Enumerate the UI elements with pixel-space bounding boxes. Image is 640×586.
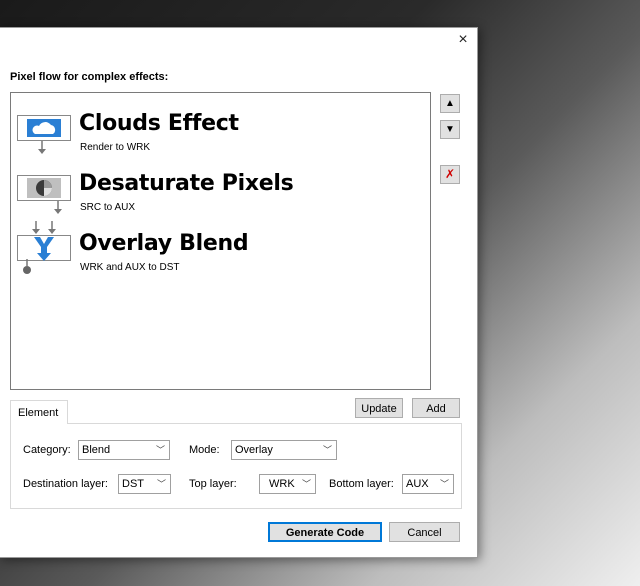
delete-button[interactable]: ✗ (440, 165, 460, 184)
top-layer-label: Top layer: (189, 478, 237, 490)
flow-item-subtitle: SRC to AUX (80, 202, 136, 213)
bottom-layer-label: Bottom layer: (329, 478, 394, 490)
flow-list[interactable]: Clouds Effect Render to WRK Desaturate P… (10, 92, 431, 390)
move-down-button[interactable]: ▼ (440, 120, 460, 139)
mode-label: Mode: (189, 444, 220, 456)
output-icon (23, 259, 31, 274)
category-value: Blend (82, 444, 111, 456)
blend-icon (17, 235, 71, 261)
mode-value: Overlay (235, 444, 273, 456)
category-label: Category: (23, 444, 71, 456)
desaturate-icon (17, 175, 71, 201)
flow-item-clouds[interactable]: Clouds Effect Render to WRK (17, 101, 417, 154)
flow-item-subtitle: Render to WRK (80, 142, 151, 153)
arrows-in-icon (32, 221, 56, 234)
chevron-down-icon: ﹀ (439, 479, 449, 489)
flow-item-title: Desaturate Pixels (79, 171, 294, 196)
flow-item-overlay[interactable]: Overlay Blend WRK and AUX to DST (17, 221, 417, 274)
element-panel: Category: Blend ﹀ Mode: Overlay ﹀ Destin… (10, 423, 462, 509)
flow-item-title: Overlay Blend (79, 231, 249, 256)
move-up-button[interactable]: ▲ (440, 94, 460, 113)
destination-layer-value: DST (122, 478, 144, 490)
update-button[interactable]: Update (355, 398, 403, 418)
arrow-down-icon (54, 201, 62, 214)
top-layer-value: WRK (269, 478, 295, 490)
destination-layer-select[interactable]: DST ﹀ (118, 474, 171, 494)
cancel-button[interactable]: Cancel (389, 522, 460, 542)
generate-code-button[interactable]: Generate Code (268, 522, 382, 542)
flow-item-title: Clouds Effect (79, 111, 239, 136)
add-button[interactable]: Add (412, 398, 460, 418)
flow-item-desaturate[interactable]: Desaturate Pixels SRC to AUX (17, 161, 417, 214)
clouds-icon (17, 115, 71, 141)
mode-select[interactable]: Overlay ﹀ (231, 440, 337, 460)
bottom-layer-select[interactable]: AUX ﹀ (402, 474, 454, 494)
chevron-down-icon: ﹀ (155, 445, 165, 455)
close-icon[interactable]: × (455, 32, 471, 48)
category-select[interactable]: Blend ﹀ (78, 440, 170, 460)
dialog-window: × Pixel flow for complex effects: Clouds… (0, 27, 478, 558)
bottom-layer-value: AUX (406, 478, 429, 490)
top-layer-select[interactable]: WRK ﹀ (259, 474, 316, 494)
flow-heading: Pixel flow for complex effects: (10, 71, 169, 83)
chevron-down-icon: ﹀ (156, 479, 166, 489)
chevron-down-icon: ﹀ (301, 479, 311, 489)
tab-element[interactable]: Element (10, 400, 68, 424)
destination-layer-label: Destination layer: (23, 478, 108, 490)
flow-item-subtitle: WRK and AUX to DST (80, 262, 180, 273)
arrow-down-icon (38, 141, 46, 154)
chevron-down-icon: ﹀ (322, 445, 332, 455)
